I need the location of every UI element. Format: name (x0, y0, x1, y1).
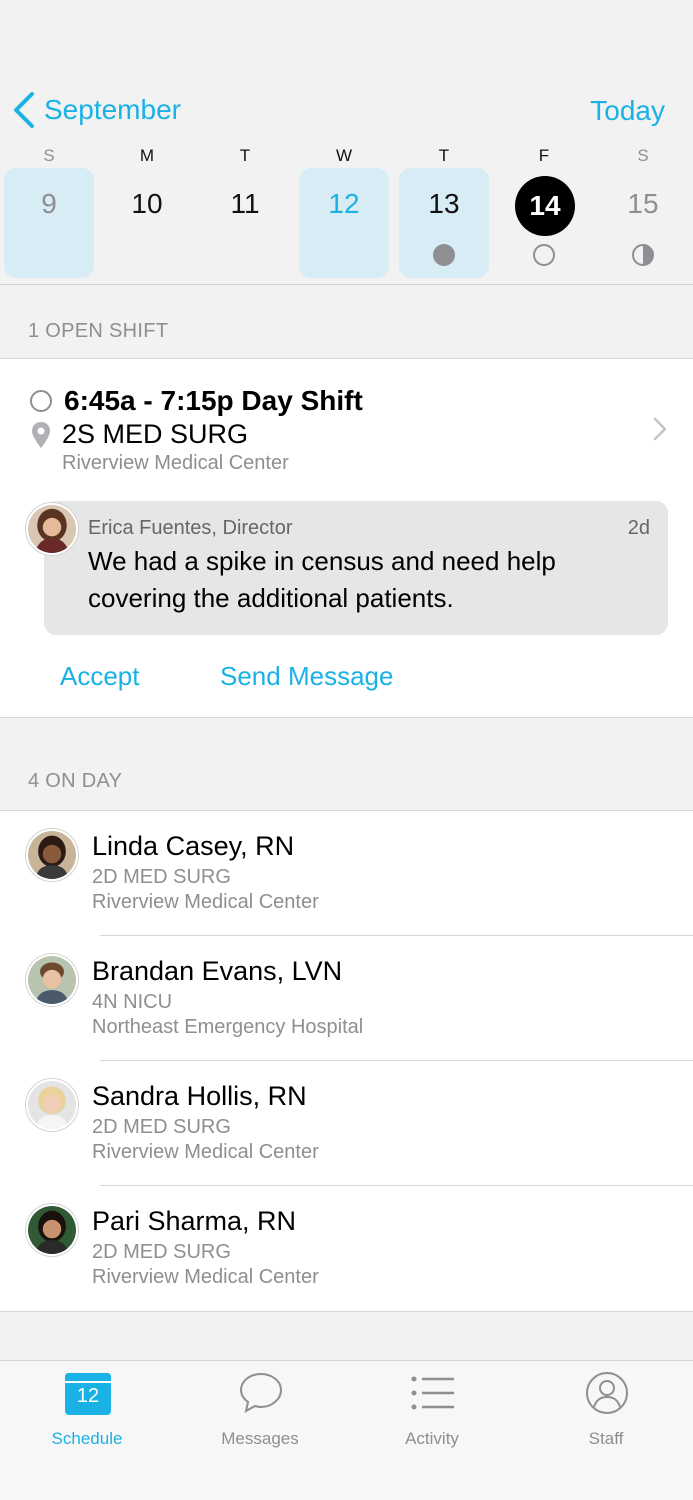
day-thursday[interactable]: T 13 (399, 140, 489, 278)
month-label: September (44, 94, 181, 125)
list-item[interactable]: Sandra Hollis, RN 2D MED SURG Riverview … (0, 1061, 693, 1186)
day-saturday[interactable]: S 15 (598, 140, 688, 278)
week-strip: S 9 M 10 T 11 W 12 T 13 F 14 S 15 (0, 140, 693, 280)
staff-name: Sandra Hollis, RN (92, 1081, 307, 1111)
day-of-week: S (637, 146, 649, 165)
staff-list: Linda Casey, RN 2D MED SURG Riverview Me… (0, 810, 693, 1312)
day-number: 12 (328, 188, 360, 219)
tab-messages[interactable]: Messages (200, 1371, 320, 1451)
day-of-week: S (43, 146, 55, 165)
day-number: 9 (41, 188, 57, 219)
shift-status-icon (30, 390, 52, 412)
avatar (26, 503, 78, 555)
half-shift-indicator-icon (632, 244, 654, 266)
staff-name: Pari Sharma, RN (92, 1206, 297, 1236)
day-number: 15 (627, 188, 659, 219)
calendar-icon: 12 (65, 1373, 111, 1415)
shift-facility: Riverview Medical Center (62, 452, 289, 474)
location-pin-icon (32, 422, 50, 448)
manager-message-bubble: Erica Fuentes, Director 2d We had a spik… (44, 501, 668, 635)
day-wednesday[interactable]: W 12 (299, 140, 389, 278)
shift-title: 6:45a - 7:15p Day Shift (64, 385, 363, 416)
avatar (26, 954, 78, 1006)
day-of-week: F (538, 146, 550, 165)
calendar-header: September Today S 9 M 10 T 11 W 12 T 13 … (0, 0, 693, 285)
staff-unit: 2D MED SURG (92, 866, 231, 888)
avatar (26, 1079, 78, 1131)
list-item[interactable]: Pari Sharma, RN 2D MED SURG Riverview Me… (0, 1186, 693, 1311)
person-icon (586, 1372, 628, 1414)
day-of-week: T (438, 146, 450, 165)
staff-facility: Riverview Medical Center (92, 891, 319, 913)
staff-facility: Riverview Medical Center (92, 1141, 319, 1163)
open-shift-indicator-icon (533, 244, 555, 266)
tab-label: Messages (221, 1429, 299, 1448)
staff-unit: 4N NICU (92, 991, 173, 1013)
shift-unit: 2S MED SURG (62, 419, 249, 449)
day-of-week: M (139, 146, 155, 165)
chevron-right-icon[interactable] (653, 417, 667, 441)
accept-button[interactable]: Accept (60, 661, 140, 692)
avatar (26, 829, 78, 881)
day-monday[interactable]: M 10 (102, 140, 192, 278)
calendar-icon-date: 12 (76, 1385, 100, 1407)
back-to-month-button[interactable]: September (12, 92, 181, 128)
tab-staff[interactable]: Staff (546, 1371, 666, 1451)
message-age: 2d (627, 517, 650, 539)
list-icon (411, 1376, 454, 1410)
tab-label: Staff (588, 1429, 624, 1448)
day-number: 11 (230, 188, 260, 219)
open-shift-section-label: 1 OPEN SHIFT (28, 320, 169, 342)
day-number: 13 (428, 188, 460, 219)
list-item[interactable]: Brandan Evans, LVN 4N NICU Northeast Eme… (0, 936, 693, 1061)
chevron-left-icon (14, 92, 34, 128)
on-day-section-label: 4 ON DAY (28, 770, 123, 792)
tab-label: Activity (405, 1429, 459, 1448)
day-number: 14 (515, 176, 575, 236)
staff-facility: Northeast Emergency Hospital (92, 1016, 364, 1038)
tab-activity[interactable]: Activity (372, 1371, 492, 1451)
full-shift-indicator-icon (433, 244, 455, 266)
tab-label: Schedule (51, 1429, 123, 1448)
day-tuesday[interactable]: T 11 (200, 140, 290, 278)
day-number: 10 (131, 188, 163, 219)
open-shift-card[interactable]: 6:45a - 7:15p Day Shift 2S MED SURG Rive… (0, 358, 693, 718)
today-button[interactable]: Today (590, 95, 665, 127)
staff-name: Brandan Evans, LVN (92, 956, 343, 986)
message-text: We had a spike in census and need help c… (88, 546, 556, 613)
chat-bubble-icon (239, 1372, 283, 1413)
day-of-week: T (239, 146, 251, 165)
send-message-button[interactable]: Send Message (220, 661, 393, 692)
day-friday-selected[interactable]: F 14 (499, 140, 589, 278)
message-author: Erica Fuentes, Director (88, 517, 293, 539)
list-item[interactable]: Linda Casey, RN 2D MED SURG Riverview Me… (0, 811, 693, 936)
day-sunday[interactable]: S 9 (4, 140, 94, 278)
avatar (26, 1204, 78, 1256)
staff-facility: Riverview Medical Center (92, 1266, 319, 1288)
staff-unit: 2D MED SURG (92, 1116, 231, 1138)
staff-unit: 2D MED SURG (92, 1241, 231, 1263)
day-of-week: W (335, 146, 353, 165)
tab-schedule[interactable]: 12 Schedule (27, 1371, 147, 1451)
staff-name: Linda Casey, RN (92, 831, 295, 861)
tab-bar: 12 Schedule Messages Activity Staff (0, 1360, 693, 1500)
